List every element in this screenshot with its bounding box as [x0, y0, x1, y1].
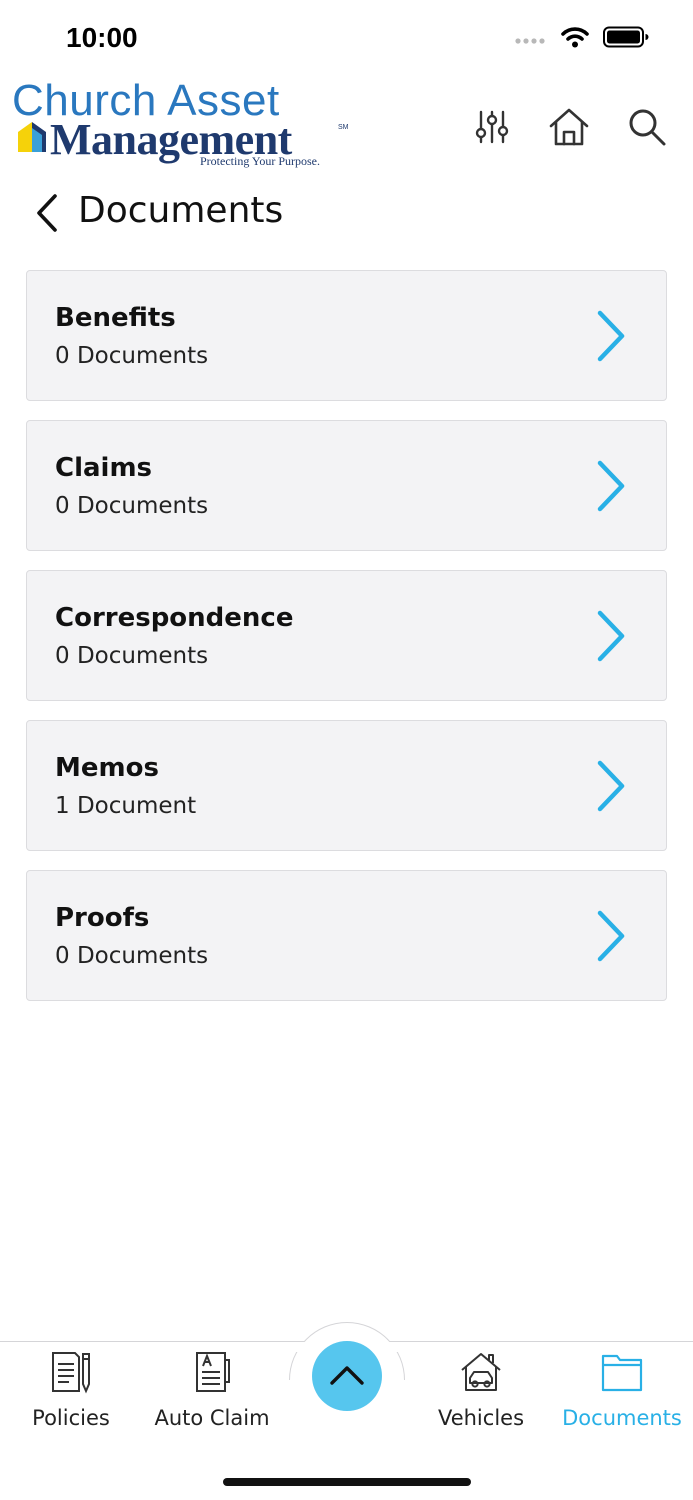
category-title: Memos — [55, 753, 159, 783]
filter-sliders-icon — [475, 109, 509, 148]
filter-button[interactable] — [470, 106, 514, 150]
nav-documents[interactable]: Documents — [556, 1350, 688, 1440]
category-count: 0 Documents — [55, 343, 209, 369]
nav-vehicles[interactable]: Vehicles — [434, 1350, 528, 1440]
category-count: 1 Document — [55, 793, 197, 819]
documents-screen: 10:00 Church Asset Management SM Protect… — [0, 0, 693, 1500]
home-icon — [548, 107, 590, 150]
logo-mark-icon — [16, 122, 48, 156]
expand-menu-button[interactable] — [312, 1341, 382, 1411]
nav-auto-claim[interactable]: Auto Claim — [150, 1350, 274, 1440]
signal-dots-icon — [515, 30, 547, 49]
folder-icon — [600, 1350, 644, 1394]
chevron-right-icon — [594, 909, 628, 963]
home-indicator — [223, 1478, 471, 1486]
chevron-left-icon — [35, 193, 59, 236]
chevron-right-icon — [594, 309, 628, 363]
nav-label: Vehicles — [437, 1406, 525, 1430]
category-count: 0 Documents — [55, 493, 209, 519]
church-asset-management-logo[interactable]: Church Asset Management SM Protecting Yo… — [12, 76, 352, 172]
house-car-icon — [459, 1350, 503, 1394]
claim-form-icon — [190, 1350, 234, 1394]
nav-label: Documents — [562, 1406, 682, 1430]
category-card-correspondence[interactable]: Correspondence 0 Documents — [26, 570, 667, 701]
category-title: Claims — [55, 453, 153, 483]
chevron-right-icon — [594, 759, 628, 813]
back-button[interactable] — [30, 193, 64, 236]
page-title: Documents — [78, 190, 284, 231]
category-card-benefits[interactable]: Benefits 0 Documents — [26, 270, 667, 401]
status-bar: 10:00 — [0, 0, 693, 80]
category-card-proofs[interactable]: Proofs 0 Documents — [26, 870, 667, 1001]
chevron-up-icon — [329, 1364, 365, 1389]
page-header: Documents — [0, 186, 693, 242]
logo-tagline: Protecting Your Purpose. — [200, 154, 321, 168]
category-title: Correspondence — [55, 603, 294, 633]
category-card-memos[interactable]: Memos 1 Document — [26, 720, 667, 851]
category-title: Proofs — [55, 903, 150, 933]
chevron-right-icon — [594, 609, 628, 663]
logo-service-mark: SM — [338, 124, 349, 131]
category-count: 0 Documents — [55, 643, 209, 669]
nav-policies[interactable]: Policies — [26, 1350, 116, 1440]
status-icons — [515, 26, 649, 52]
nav-label: Auto Claim — [154, 1406, 270, 1430]
battery-icon — [603, 26, 649, 52]
home-button[interactable] — [547, 106, 591, 150]
app-header: Church Asset Management SM Protecting Yo… — [0, 76, 693, 174]
search-button[interactable] — [625, 106, 669, 150]
nav-label: Policies — [32, 1406, 110, 1430]
chevron-right-icon — [594, 459, 628, 513]
category-count: 0 Documents — [55, 943, 209, 969]
policy-document-icon — [49, 1350, 93, 1394]
search-icon — [627, 107, 667, 150]
document-category-list: Benefits 0 Documents Claims 0 Documents … — [26, 270, 667, 1020]
category-card-claims[interactable]: Claims 0 Documents — [26, 420, 667, 551]
wifi-icon — [561, 26, 589, 52]
category-title: Benefits — [55, 303, 176, 333]
status-time: 10:00 — [66, 22, 138, 53]
